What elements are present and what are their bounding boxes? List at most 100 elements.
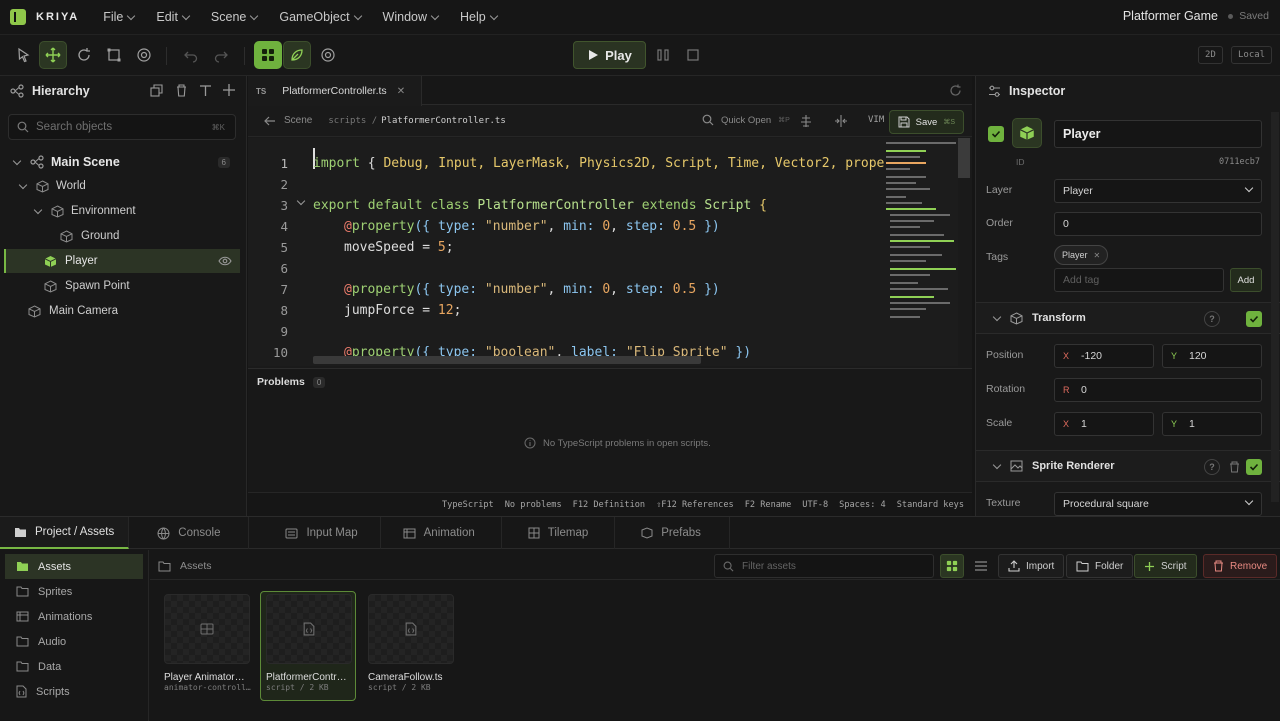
pause-icon[interactable] [649, 41, 677, 69]
add-tag-button[interactable]: Add [1230, 268, 1262, 292]
gizmo-target-icon[interactable] [314, 41, 342, 69]
list-view-button[interactable] [969, 554, 993, 578]
grid-view-button[interactable] [940, 554, 964, 578]
redo-icon[interactable] [207, 41, 235, 69]
menu-file[interactable]: File [103, 10, 136, 24]
target-tool-icon[interactable] [130, 41, 158, 69]
status-language[interactable]: TypeScript [442, 500, 494, 510]
space-toggle[interactable]: Local [1231, 46, 1273, 64]
tab-tilemap[interactable]: Tilemap [502, 517, 616, 549]
scale-y-input[interactable]: Y1 [1162, 412, 1262, 436]
status-rename[interactable]: F2 Rename [745, 500, 792, 510]
rename-icon[interactable] [199, 84, 212, 97]
close-icon[interactable]: ✕ [397, 86, 405, 97]
sprite-renderer-section-header[interactable]: Sprite Renderer ? [976, 450, 1280, 482]
folder-data[interactable]: Data [0, 654, 148, 679]
grid-view-icon[interactable] [254, 41, 282, 69]
tab-animation[interactable]: Animation [381, 517, 502, 549]
tree-item-environment[interactable]: Environment [4, 199, 240, 223]
tree-item-main-camera[interactable]: Main Camera [4, 299, 240, 323]
tree-item-ground[interactable]: Ground [4, 224, 240, 248]
quick-open-button[interactable]: Quick Open ⌘P [702, 114, 790, 126]
status-encoding[interactable]: UTF-8 [802, 500, 828, 510]
tree-item-main-scene[interactable]: Main Scene 6 [4, 150, 240, 174]
asset-tile[interactable]: PlatformerContr… script / 2 KB [264, 594, 354, 692]
texture-select[interactable]: Procedural square [1054, 492, 1262, 516]
import-button[interactable]: Import [998, 554, 1065, 578]
tree-item-player[interactable]: Player [4, 249, 240, 273]
scale-tool-icon[interactable] [100, 41, 128, 69]
select-tool-icon[interactable] [10, 41, 38, 69]
remove-button[interactable]: Remove [1203, 554, 1278, 578]
format-icon[interactable] [800, 114, 812, 128]
status-keymap[interactable]: Standard keys [897, 500, 964, 510]
rotate-tool-icon[interactable] [70, 41, 98, 69]
rotation-input[interactable]: R0 [1054, 378, 1262, 402]
folder-sprites[interactable]: Sprites [0, 579, 148, 604]
help-icon[interactable]: ? [1204, 311, 1220, 327]
order-input[interactable]: 0 [1054, 212, 1262, 236]
inspector-scrollbar[interactable] [1271, 112, 1279, 502]
status-indent[interactable]: Spaces: 4 [839, 500, 886, 510]
tab-console[interactable]: Console [129, 517, 250, 549]
undo-icon[interactable] [177, 41, 205, 69]
vim-toggle[interactable]: VIM [868, 115, 884, 125]
scale-x-input[interactable]: X1 [1054, 412, 1154, 436]
transform-enabled-checkbox[interactable] [1246, 311, 1262, 327]
mode-2d-toggle[interactable]: 2D [1198, 46, 1223, 64]
tree-item-world[interactable]: World [4, 174, 240, 198]
revert-icon[interactable] [949, 84, 962, 97]
active-checkbox[interactable] [988, 126, 1004, 142]
tab-platformer-controller[interactable]: TS PlatformerController.ts ✕ [248, 76, 422, 106]
fold-chevron-icon[interactable] [296, 196, 306, 206]
transform-section-header[interactable]: Transform ? [976, 302, 1280, 334]
leaf-tool-icon[interactable] [283, 41, 311, 69]
filter-assets-input[interactable]: Filter assets [714, 554, 934, 578]
tab-project-assets[interactable]: Project / Assets [0, 517, 130, 549]
folder-audio[interactable]: Audio [0, 629, 148, 654]
menu-gameobject[interactable]: GameObject [279, 10, 362, 24]
object-name-input[interactable]: Player [1054, 120, 1262, 148]
vertical-scrollbar[interactable] [958, 138, 970, 178]
delete-icon[interactable] [175, 84, 188, 97]
menu-window[interactable]: Window [383, 10, 440, 24]
help-icon[interactable]: ? [1204, 459, 1220, 475]
tab-input-map[interactable]: Input Map [249, 517, 381, 549]
add-tag-input[interactable]: Add tag [1054, 268, 1224, 292]
tab-prefabs[interactable]: Prefabs [615, 517, 730, 549]
save-button[interactable]: Save ⌘S [888, 110, 964, 134]
stop-icon[interactable] [679, 41, 707, 69]
split-icon[interactable] [834, 115, 848, 127]
visibility-eye-icon[interactable] [218, 255, 232, 267]
layer-select[interactable]: Player [1054, 179, 1262, 203]
add-object-icon[interactable] [222, 83, 236, 97]
asset-tile[interactable]: Player Animator… animator-controll… [162, 594, 252, 692]
sprite-enabled-checkbox[interactable] [1246, 459, 1262, 475]
move-tool-icon[interactable] [39, 41, 67, 69]
tree-item-spawn-point[interactable]: Spawn Point [4, 274, 240, 298]
status-problems[interactable]: No problems [505, 500, 562, 510]
play-button[interactable]: Play [573, 41, 646, 69]
status-references[interactable]: ⇧F12 References [656, 500, 734, 510]
menu-help[interactable]: Help [460, 10, 498, 24]
folder-assets[interactable]: Assets [5, 554, 143, 579]
horizontal-scrollbar[interactable] [313, 356, 701, 364]
hierarchy-search-input[interactable]: Search objects ⌘K [8, 114, 236, 140]
position-y-input[interactable]: Y 120 [1162, 344, 1262, 368]
status-definition[interactable]: F12 Definition [573, 500, 645, 510]
folder-animations[interactable]: Animations [0, 604, 148, 629]
duplicate-icon[interactable] [150, 84, 163, 97]
delete-icon[interactable] [1229, 461, 1240, 473]
back-arrow-icon[interactable] [264, 116, 276, 126]
menu-scene[interactable]: Scene [211, 10, 259, 24]
code-minimap[interactable] [884, 138, 958, 330]
close-icon[interactable]: ✕ [1094, 251, 1101, 260]
asset-tile[interactable]: CameraFollow.ts script / 2 KB [366, 594, 456, 692]
menu-edit[interactable]: Edit [156, 10, 191, 24]
position-x-input[interactable]: X -120 [1054, 344, 1154, 368]
tag-chip[interactable]: Player ✕ [1054, 245, 1109, 265]
folder-scripts[interactable]: Scripts [0, 679, 148, 704]
breadcrumb-scene-link[interactable]: Scene [284, 115, 312, 126]
new-script-button[interactable]: Script [1134, 554, 1197, 578]
code-area[interactable]: 1 import { Debug, Input, LayerMask, Physi… [248, 138, 958, 366]
